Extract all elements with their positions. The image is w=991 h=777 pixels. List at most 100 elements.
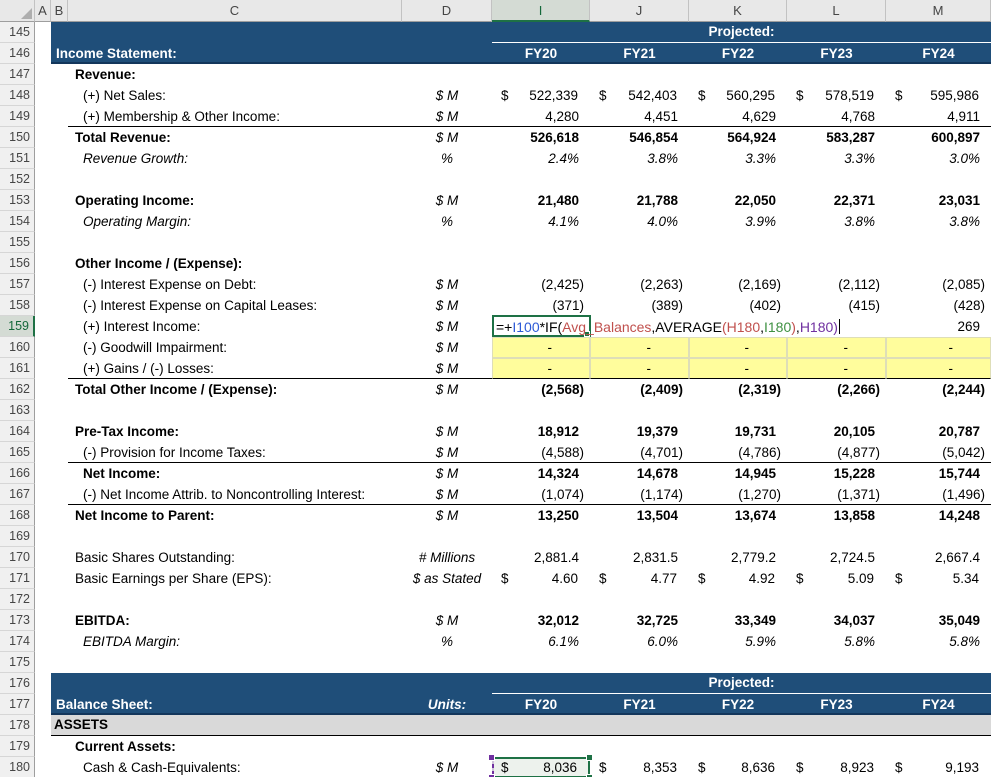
row-label-cell[interactable]: Cash & Cash-Equivalents: — [68, 757, 402, 777]
cell[interactable]: $4.92 — [689, 568, 787, 589]
cell[interactable]: 3.9% — [689, 211, 787, 232]
cell[interactable]: (1,371) — [787, 484, 886, 505]
cell[interactable] — [51, 190, 68, 211]
fiscal-year-header-fy22[interactable]: FY22 — [689, 43, 787, 64]
units-cell[interactable]: $ M — [402, 337, 492, 358]
row-header-163[interactable]: 163 — [0, 400, 35, 421]
cell[interactable]: 22,050 — [689, 190, 787, 211]
units-cell[interactable]: $ M — [402, 463, 492, 484]
row-header-170[interactable]: 170 — [0, 547, 35, 568]
row-label-cell[interactable]: (-) Provision for Income Taxes: — [68, 442, 402, 463]
cell[interactable]: 13,674 — [689, 505, 787, 526]
cell[interactable]: 21,480 — [492, 190, 590, 211]
cell[interactable]: (1,270) — [689, 484, 787, 505]
cell[interactable] — [35, 442, 51, 463]
cell[interactable] — [35, 610, 51, 631]
cell[interactable]: 5.9% — [689, 631, 787, 652]
row-header-148[interactable]: 148 — [0, 85, 35, 106]
cell[interactable]: (371) — [492, 295, 590, 316]
cell[interactable]: 32,725 — [590, 610, 689, 631]
cell[interactable]: 269 — [886, 316, 991, 337]
cell[interactable]: 32,012 — [492, 610, 590, 631]
cell[interactable]: - — [689, 337, 787, 358]
units-cell[interactable]: % — [402, 631, 492, 652]
row-header-154[interactable]: 154 — [0, 211, 35, 232]
row-label-cell[interactable]: (+) Gains / (-) Losses: — [68, 358, 402, 379]
row-header-147[interactable]: 147 — [0, 64, 35, 85]
row-header-150[interactable]: 150 — [0, 127, 35, 148]
cell[interactable]: 3.8% — [787, 211, 886, 232]
row-label-cell[interactable]: Net Income to Parent: — [68, 505, 402, 526]
cell[interactable]: (4,701) — [590, 442, 689, 463]
cell[interactable] — [51, 253, 68, 274]
cell[interactable]: 33,349 — [689, 610, 787, 631]
cell[interactable]: 3.8% — [886, 211, 991, 232]
units-cell[interactable] — [402, 64, 492, 85]
column-header-d[interactable]: D — [402, 0, 492, 22]
cell[interactable]: 2,881.4 — [492, 547, 590, 568]
column-header-l[interactable]: L — [787, 0, 886, 22]
cell[interactable]: 3.3% — [689, 148, 787, 169]
assets-section-header[interactable]: ASSETS — [51, 715, 991, 736]
cell[interactable] — [51, 547, 68, 568]
balance-sheet-title[interactable]: Balance Sheet: — [56, 694, 153, 715]
cell[interactable] — [51, 442, 68, 463]
row-label-cell[interactable]: (+) Interest Income: — [68, 316, 402, 337]
cell[interactable] — [35, 736, 51, 757]
cell[interactable]: 4,629 — [689, 106, 787, 127]
units-cell[interactable]: $ M — [402, 316, 492, 337]
cell[interactable]: $4.60 — [492, 568, 590, 589]
units-cell[interactable]: $ M — [402, 757, 492, 777]
cell[interactable] — [35, 463, 51, 484]
cell[interactable]: 5.8% — [886, 631, 991, 652]
cell[interactable] — [35, 64, 51, 85]
units-cell[interactable]: % — [402, 211, 492, 232]
row-label-cell[interactable]: (+) Membership & Other Income: — [68, 106, 402, 127]
cell[interactable] — [51, 106, 68, 127]
cell[interactable]: (2,244) — [886, 379, 991, 400]
row-header-156[interactable]: 156 — [0, 253, 35, 274]
cell[interactable]: 34,037 — [787, 610, 886, 631]
row-label-cell[interactable]: Revenue: — [68, 64, 402, 85]
row-header-162[interactable]: 162 — [0, 379, 35, 400]
row-label-cell[interactable]: Total Other Income / (Expense): — [68, 379, 402, 400]
cell[interactable]: - — [787, 358, 886, 379]
row-header-145[interactable]: 145 — [0, 22, 35, 43]
column-header-k[interactable]: K — [689, 0, 787, 22]
cell[interactable]: - — [886, 337, 991, 358]
row-header-177[interactable]: 177 — [0, 694, 35, 715]
cell[interactable] — [51, 127, 68, 148]
cell[interactable] — [35, 127, 51, 148]
fiscal-year-header-fy22[interactable]: FY22 — [689, 694, 787, 715]
column-header-a[interactable]: A — [35, 0, 51, 22]
cell[interactable]: (2,085) — [886, 274, 991, 295]
cell[interactable]: 35,049 — [886, 610, 991, 631]
row-header-158[interactable]: 158 — [0, 295, 35, 316]
cell[interactable]: 22,371 — [787, 190, 886, 211]
income-statement-title[interactable]: Income Statement: — [56, 43, 177, 64]
row-header-152[interactable]: 152 — [0, 169, 35, 190]
cell[interactable]: $595,986 — [886, 85, 991, 106]
cell[interactable]: 2,831.5 — [590, 547, 689, 568]
cell[interactable]: 546,854 — [590, 127, 689, 148]
row-header-151[interactable]: 151 — [0, 148, 35, 169]
cell[interactable] — [51, 148, 68, 169]
row-header-159[interactable]: 159 — [0, 316, 35, 337]
cell[interactable]: $8,923 — [787, 757, 886, 777]
units-cell[interactable]: $ M — [402, 295, 492, 316]
units-cell[interactable]: # Millions — [402, 547, 492, 568]
cell[interactable]: 2.4% — [492, 148, 590, 169]
cell[interactable]: 2,667.4 — [886, 547, 991, 568]
cell[interactable]: (428) — [886, 295, 991, 316]
cell[interactable]: - — [886, 358, 991, 379]
cell[interactable]: - — [590, 337, 689, 358]
cell[interactable]: 6.0% — [590, 631, 689, 652]
cell[interactable] — [35, 337, 51, 358]
units-cell[interactable]: $ as Stated — [402, 568, 492, 589]
row-header-155[interactable]: 155 — [0, 232, 35, 253]
row-label-cell[interactable]: Operating Income: — [68, 190, 402, 211]
row-header-160[interactable]: 160 — [0, 337, 35, 358]
cell[interactable]: - — [492, 358, 590, 379]
fiscal-year-header-fy21[interactable]: FY21 — [590, 43, 689, 64]
cell[interactable] — [35, 547, 51, 568]
